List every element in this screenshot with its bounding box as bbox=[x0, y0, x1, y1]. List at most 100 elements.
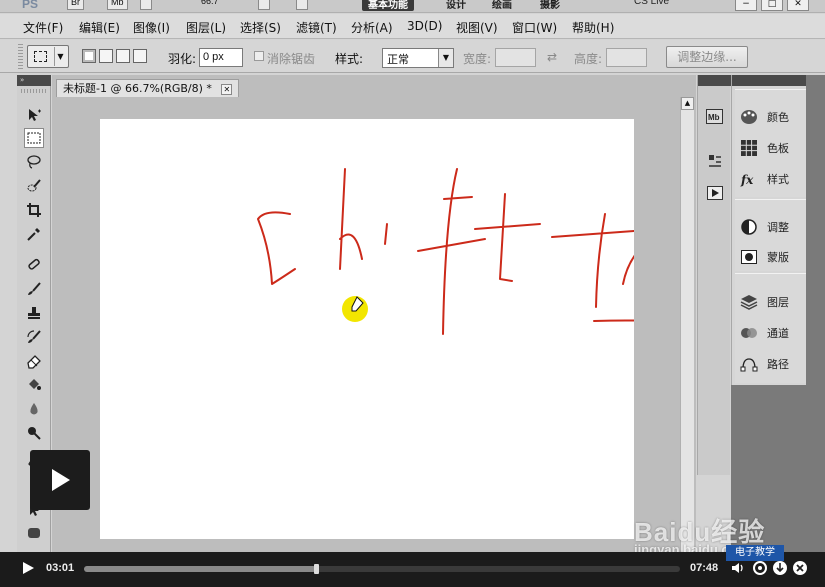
swap-icon[interactable]: ⇄ bbox=[547, 50, 557, 64]
crop-tool-icon[interactable] bbox=[24, 200, 44, 220]
history-icon[interactable] bbox=[705, 151, 724, 170]
height-input[interactable] bbox=[606, 48, 647, 67]
paint-bucket-tool-icon[interactable] bbox=[24, 375, 44, 395]
blur-tool-icon[interactable] bbox=[24, 399, 44, 419]
menu-edit[interactable]: 编辑(E) bbox=[79, 19, 120, 36]
settings-icon[interactable] bbox=[752, 560, 768, 576]
play-overlay-button[interactable] bbox=[30, 450, 90, 510]
panel-masks[interactable]: 蒙版 bbox=[739, 246, 789, 268]
panel-paths[interactable]: 路径 bbox=[739, 353, 789, 375]
lasso-tool-icon[interactable] bbox=[24, 152, 44, 172]
subtract-selection-button[interactable] bbox=[116, 49, 130, 63]
right-panels: « 颜色 色板 fx 样式 bbox=[731, 75, 825, 385]
play-icon bbox=[52, 469, 70, 491]
stroke-underline bbox=[593, 319, 634, 322]
arrange-docs-button[interactable] bbox=[258, 0, 270, 10]
rect-marquee-icon bbox=[34, 51, 47, 62]
width-label: 宽度: bbox=[463, 52, 492, 66]
close-button[interactable]: ✕ bbox=[787, 0, 809, 11]
options-grip[interactable] bbox=[18, 44, 23, 69]
width-input[interactable] bbox=[495, 48, 536, 67]
options-bar: ▼ 羽化: 0 px 消除锯齿 样式: 正常 ▼ 宽度: ⇄ 高度: 调整边缘.… bbox=[0, 40, 825, 73]
workspace-painting[interactable]: 绘画 bbox=[486, 0, 518, 11]
panel-adjustments-label: 调整 bbox=[767, 221, 789, 234]
panel-styles[interactable]: fx 样式 bbox=[739, 168, 789, 190]
collapse-icon[interactable] bbox=[698, 75, 731, 86]
mini-bridge-icon[interactable]: Mb bbox=[705, 107, 724, 126]
antialias-checkbox[interactable] bbox=[254, 51, 264, 61]
history-brush-tool-icon[interactable] bbox=[24, 327, 44, 347]
brush-tool-icon[interactable] bbox=[24, 279, 44, 299]
actions-icon[interactable] bbox=[705, 183, 724, 202]
panel-dock-edge bbox=[806, 75, 825, 555]
close-tab-icon[interactable]: ✕ bbox=[221, 83, 233, 95]
menu-analysis[interactable]: 分析(A) bbox=[351, 19, 393, 36]
eraser-tool-icon[interactable] bbox=[24, 351, 44, 371]
menu-window[interactable]: 窗口(W) bbox=[512, 19, 557, 36]
scroll-up-icon[interactable]: ▲ bbox=[681, 97, 694, 110]
menu-layer[interactable]: 图层(L) bbox=[186, 19, 226, 36]
clone-stamp-tool-icon[interactable] bbox=[24, 303, 44, 323]
mask-icon bbox=[739, 247, 759, 267]
view-extras-button[interactable] bbox=[140, 0, 152, 10]
rect-marquee-tool-icon[interactable] bbox=[24, 128, 44, 148]
download-icon[interactable] bbox=[772, 560, 788, 576]
panel-color-label: 颜色 bbox=[767, 111, 789, 124]
ps-logo: PS bbox=[22, 0, 39, 11]
progress-knob[interactable] bbox=[314, 564, 320, 574]
screen-mode-button[interactable] bbox=[296, 0, 308, 10]
menu-filter[interactable]: 滤镜(T) bbox=[296, 19, 337, 36]
chevron-down-icon: ▼ bbox=[54, 47, 66, 66]
minimize-button[interactable]: − bbox=[735, 0, 757, 11]
healing-brush-tool-icon[interactable] bbox=[24, 255, 44, 275]
feather-input[interactable]: 0 px bbox=[199, 48, 243, 67]
menu-3d[interactable]: 3D(D) bbox=[407, 19, 442, 33]
maximize-button[interactable]: □ bbox=[761, 0, 783, 11]
style-select[interactable]: 正常 ▼ bbox=[382, 48, 454, 68]
menu-view[interactable]: 视图(V) bbox=[456, 19, 498, 36]
refine-edge-button[interactable]: 调整边缘... bbox=[666, 46, 748, 68]
bridge-button[interactable]: Br bbox=[67, 0, 84, 10]
svg-text:Mb: Mb bbox=[708, 113, 720, 122]
play-icon[interactable] bbox=[20, 560, 36, 576]
dodge-tool-icon[interactable] bbox=[24, 423, 44, 443]
new-selection-button[interactable] bbox=[82, 49, 96, 63]
panel-adjustments[interactable]: 调整 bbox=[739, 216, 789, 238]
panel-layers[interactable]: 图层 bbox=[739, 291, 789, 313]
workspace-photography[interactable]: 摄影 bbox=[534, 0, 566, 11]
workspace-design[interactable]: 设计 bbox=[440, 0, 472, 11]
rectangle-shape-tool-icon[interactable] bbox=[24, 523, 44, 543]
workspace-essentials[interactable]: 基本功能 bbox=[362, 0, 414, 11]
stroke-plus bbox=[551, 213, 634, 308]
document-tab[interactable]: 未标题-1 @ 66.7%(RGB/8) * ✕ bbox=[56, 79, 240, 97]
volume-icon[interactable] bbox=[730, 560, 746, 576]
canvas[interactable] bbox=[100, 119, 634, 539]
panel-swatches[interactable]: 色板 bbox=[739, 137, 789, 159]
intersect-selection-button[interactable] bbox=[133, 49, 147, 63]
add-selection-button[interactable] bbox=[99, 49, 113, 63]
cs-live-button[interactable]: CS Live bbox=[628, 0, 675, 11]
mini-bridge-button[interactable]: Mb bbox=[107, 0, 128, 10]
collapse-icon[interactable]: » bbox=[17, 75, 51, 86]
vertical-scrollbar[interactable]: ▲ bbox=[680, 97, 694, 555]
close-icon[interactable] bbox=[792, 560, 808, 576]
layers-panel-group: 图层 通道 路径 bbox=[735, 273, 807, 383]
menu-image[interactable]: 图像(I) bbox=[133, 19, 170, 36]
menu-select[interactable]: 选择(S) bbox=[240, 19, 281, 36]
progress-track[interactable] bbox=[84, 564, 680, 574]
tutorial-badge: 电子教学 bbox=[726, 545, 784, 561]
zoom-level[interactable]: 66.7 bbox=[198, 0, 222, 10]
stroke-h bbox=[339, 168, 363, 270]
panel-styles-label: 样式 bbox=[767, 173, 789, 186]
menu-help[interactable]: 帮助(H) bbox=[572, 19, 614, 36]
total-time: 07:48 bbox=[690, 562, 719, 574]
quick-selection-tool-icon[interactable] bbox=[24, 176, 44, 196]
panel-channels[interactable]: 通道 bbox=[739, 322, 789, 344]
menu-file[interactable]: 文件(F) bbox=[23, 19, 63, 36]
tools-grip[interactable] bbox=[21, 89, 47, 93]
eyedropper-tool-icon[interactable] bbox=[24, 224, 44, 244]
panel-color[interactable]: 颜色 bbox=[739, 106, 789, 128]
move-tool-icon[interactable] bbox=[24, 105, 44, 125]
menu-bar: 文件(F) 编辑(E) 图像(I) 图层(L) 选择(S) 滤镜(T) 分析(A… bbox=[0, 14, 825, 39]
tool-preset-picker[interactable]: ▼ bbox=[27, 45, 69, 68]
